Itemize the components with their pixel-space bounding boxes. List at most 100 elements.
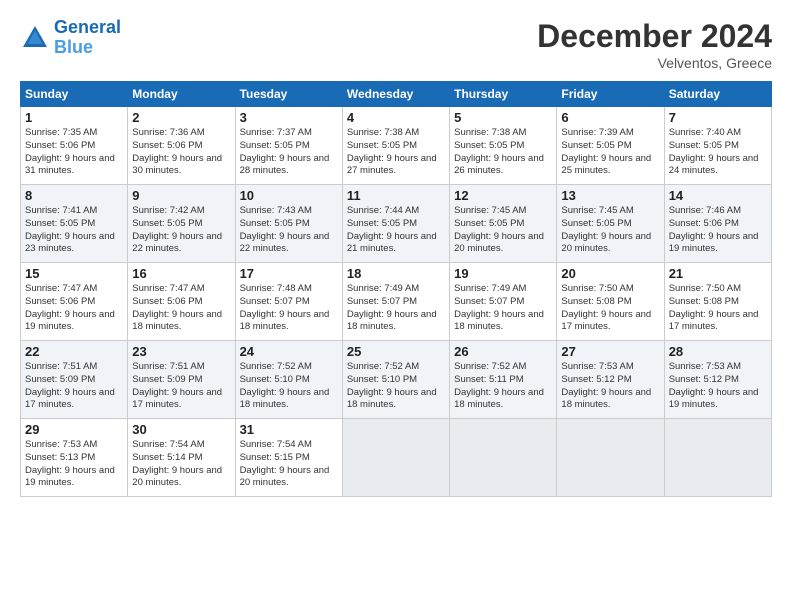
day-number: 20 (561, 266, 659, 281)
day-cell (450, 419, 557, 497)
day-cell: 5 Sunrise: 7:38 AM Sunset: 5:05 PM Dayli… (450, 107, 557, 185)
day-number: 9 (132, 188, 230, 203)
day-info: Sunrise: 7:53 AM Sunset: 5:13 PM Dayligh… (25, 439, 123, 490)
day-number: 31 (240, 422, 338, 437)
day-cell: 10 Sunrise: 7:43 AM Sunset: 5:05 PM Dayl… (235, 185, 342, 263)
day-number: 30 (132, 422, 230, 437)
month-title: December 2024 (537, 18, 772, 55)
day-info: Sunrise: 7:54 AM Sunset: 5:14 PM Dayligh… (132, 439, 230, 490)
day-info: Sunrise: 7:54 AM Sunset: 5:15 PM Dayligh… (240, 439, 338, 490)
day-cell: 30 Sunrise: 7:54 AM Sunset: 5:14 PM Dayl… (128, 419, 235, 497)
header-row: Sunday Monday Tuesday Wednesday Thursday… (21, 82, 772, 107)
day-cell: 24 Sunrise: 7:52 AM Sunset: 5:10 PM Dayl… (235, 341, 342, 419)
day-number: 7 (669, 110, 767, 125)
day-info: Sunrise: 7:52 AM Sunset: 5:10 PM Dayligh… (240, 361, 338, 412)
day-number: 18 (347, 266, 445, 281)
day-cell: 25 Sunrise: 7:52 AM Sunset: 5:10 PM Dayl… (342, 341, 449, 419)
day-cell: 9 Sunrise: 7:42 AM Sunset: 5:05 PM Dayli… (128, 185, 235, 263)
day-number: 24 (240, 344, 338, 359)
day-info: Sunrise: 7:53 AM Sunset: 5:12 PM Dayligh… (669, 361, 767, 412)
day-number: 4 (347, 110, 445, 125)
day-info: Sunrise: 7:51 AM Sunset: 5:09 PM Dayligh… (132, 361, 230, 412)
week-row-0: 1 Sunrise: 7:35 AM Sunset: 5:06 PM Dayli… (21, 107, 772, 185)
logo: General Blue (20, 18, 121, 58)
day-cell: 15 Sunrise: 7:47 AM Sunset: 5:06 PM Dayl… (21, 263, 128, 341)
day-info: Sunrise: 7:38 AM Sunset: 5:05 PM Dayligh… (347, 127, 445, 178)
day-info: Sunrise: 7:42 AM Sunset: 5:05 PM Dayligh… (132, 205, 230, 256)
day-cell: 11 Sunrise: 7:44 AM Sunset: 5:05 PM Dayl… (342, 185, 449, 263)
day-info: Sunrise: 7:47 AM Sunset: 5:06 PM Dayligh… (132, 283, 230, 334)
day-info: Sunrise: 7:46 AM Sunset: 5:06 PM Dayligh… (669, 205, 767, 256)
day-number: 6 (561, 110, 659, 125)
week-row-2: 15 Sunrise: 7:47 AM Sunset: 5:06 PM Dayl… (21, 263, 772, 341)
col-friday: Friday (557, 82, 664, 107)
logo-icon (20, 23, 50, 53)
day-number: 16 (132, 266, 230, 281)
day-info: Sunrise: 7:41 AM Sunset: 5:05 PM Dayligh… (25, 205, 123, 256)
day-info: Sunrise: 7:53 AM Sunset: 5:12 PM Dayligh… (561, 361, 659, 412)
day-number: 21 (669, 266, 767, 281)
day-cell: 27 Sunrise: 7:53 AM Sunset: 5:12 PM Dayl… (557, 341, 664, 419)
day-cell: 12 Sunrise: 7:45 AM Sunset: 5:05 PM Dayl… (450, 185, 557, 263)
day-number: 14 (669, 188, 767, 203)
day-info: Sunrise: 7:37 AM Sunset: 5:05 PM Dayligh… (240, 127, 338, 178)
day-info: Sunrise: 7:51 AM Sunset: 5:09 PM Dayligh… (25, 361, 123, 412)
day-number: 10 (240, 188, 338, 203)
day-info: Sunrise: 7:38 AM Sunset: 5:05 PM Dayligh… (454, 127, 552, 178)
day-cell: 18 Sunrise: 7:49 AM Sunset: 5:07 PM Dayl… (342, 263, 449, 341)
day-cell: 29 Sunrise: 7:53 AM Sunset: 5:13 PM Dayl… (21, 419, 128, 497)
day-cell: 7 Sunrise: 7:40 AM Sunset: 5:05 PM Dayli… (664, 107, 771, 185)
day-number: 1 (25, 110, 123, 125)
day-info: Sunrise: 7:50 AM Sunset: 5:08 PM Dayligh… (669, 283, 767, 334)
calendar-table: Sunday Monday Tuesday Wednesday Thursday… (20, 81, 772, 497)
day-number: 3 (240, 110, 338, 125)
day-number: 12 (454, 188, 552, 203)
day-number: 13 (561, 188, 659, 203)
day-number: 29 (25, 422, 123, 437)
day-number: 2 (132, 110, 230, 125)
col-saturday: Saturday (664, 82, 771, 107)
day-info: Sunrise: 7:45 AM Sunset: 5:05 PM Dayligh… (561, 205, 659, 256)
day-info: Sunrise: 7:49 AM Sunset: 5:07 PM Dayligh… (347, 283, 445, 334)
day-cell: 14 Sunrise: 7:46 AM Sunset: 5:06 PM Dayl… (664, 185, 771, 263)
day-cell: 6 Sunrise: 7:39 AM Sunset: 5:05 PM Dayli… (557, 107, 664, 185)
day-number: 8 (25, 188, 123, 203)
col-tuesday: Tuesday (235, 82, 342, 107)
day-cell: 31 Sunrise: 7:54 AM Sunset: 5:15 PM Dayl… (235, 419, 342, 497)
day-cell: 1 Sunrise: 7:35 AM Sunset: 5:06 PM Dayli… (21, 107, 128, 185)
day-number: 23 (132, 344, 230, 359)
day-cell: 17 Sunrise: 7:48 AM Sunset: 5:07 PM Dayl… (235, 263, 342, 341)
day-cell: 4 Sunrise: 7:38 AM Sunset: 5:05 PM Dayli… (342, 107, 449, 185)
day-cell: 8 Sunrise: 7:41 AM Sunset: 5:05 PM Dayli… (21, 185, 128, 263)
day-cell: 23 Sunrise: 7:51 AM Sunset: 5:09 PM Dayl… (128, 341, 235, 419)
day-info: Sunrise: 7:45 AM Sunset: 5:05 PM Dayligh… (454, 205, 552, 256)
day-info: Sunrise: 7:43 AM Sunset: 5:05 PM Dayligh… (240, 205, 338, 256)
day-cell (557, 419, 664, 497)
day-number: 27 (561, 344, 659, 359)
day-cell: 19 Sunrise: 7:49 AM Sunset: 5:07 PM Dayl… (450, 263, 557, 341)
day-cell: 22 Sunrise: 7:51 AM Sunset: 5:09 PM Dayl… (21, 341, 128, 419)
day-number: 26 (454, 344, 552, 359)
day-cell: 26 Sunrise: 7:52 AM Sunset: 5:11 PM Dayl… (450, 341, 557, 419)
day-info: Sunrise: 7:52 AM Sunset: 5:10 PM Dayligh… (347, 361, 445, 412)
day-number: 25 (347, 344, 445, 359)
day-info: Sunrise: 7:35 AM Sunset: 5:06 PM Dayligh… (25, 127, 123, 178)
week-row-4: 29 Sunrise: 7:53 AM Sunset: 5:13 PM Dayl… (21, 419, 772, 497)
week-row-1: 8 Sunrise: 7:41 AM Sunset: 5:05 PM Dayli… (21, 185, 772, 263)
day-number: 19 (454, 266, 552, 281)
day-number: 17 (240, 266, 338, 281)
page: General Blue December 2024 Velventos, Gr… (0, 0, 792, 507)
col-wednesday: Wednesday (342, 82, 449, 107)
day-number: 5 (454, 110, 552, 125)
day-number: 15 (25, 266, 123, 281)
header: General Blue December 2024 Velventos, Gr… (20, 18, 772, 71)
day-info: Sunrise: 7:36 AM Sunset: 5:06 PM Dayligh… (132, 127, 230, 178)
location: Velventos, Greece (537, 55, 772, 71)
day-info: Sunrise: 7:50 AM Sunset: 5:08 PM Dayligh… (561, 283, 659, 334)
title-block: December 2024 Velventos, Greece (537, 18, 772, 71)
day-cell: 20 Sunrise: 7:50 AM Sunset: 5:08 PM Dayl… (557, 263, 664, 341)
day-info: Sunrise: 7:39 AM Sunset: 5:05 PM Dayligh… (561, 127, 659, 178)
col-sunday: Sunday (21, 82, 128, 107)
day-cell: 21 Sunrise: 7:50 AM Sunset: 5:08 PM Dayl… (664, 263, 771, 341)
day-number: 11 (347, 188, 445, 203)
